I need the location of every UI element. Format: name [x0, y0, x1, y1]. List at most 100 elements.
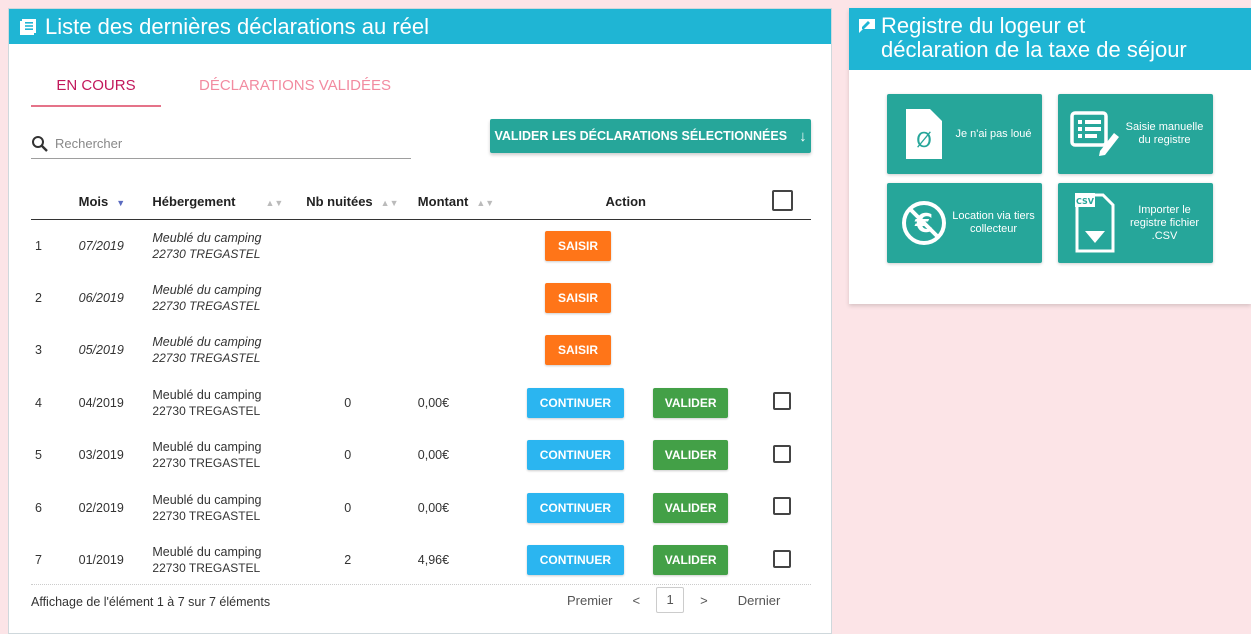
hebergement-name: Meublé du camping — [152, 440, 262, 455]
row-montant: 0,00€ — [417, 448, 450, 463]
tile-pas-loue-label: Je n'ai pas loué — [955, 127, 1032, 140]
hebergement-name: Meublé du camping — [152, 335, 262, 350]
sort-icon: ▲▼ — [265, 198, 284, 209]
empty-file-icon: Ø — [899, 104, 949, 164]
table-header-row: Mois ▼ Hébergement ▲▼ Nb nuitées ▲▼ Montant… — [31, 185, 811, 220]
row-montant — [414, 272, 498, 325]
row-mois-link[interactable]: 02/2019 — [75, 482, 149, 535]
page-1-button[interactable]: 1 — [656, 587, 685, 613]
tab-declarations-validees[interactable]: DÉCLARATIONS VALIDÉES — [191, 75, 399, 107]
tile-saisie-manuelle[interactable]: Saisie manuelle du registre — [1058, 94, 1213, 174]
tile-pas-loue[interactable]: Ø Je n'ai pas loué — [887, 94, 1042, 174]
registre-title-line1: Registre du logeur et — [859, 14, 1251, 38]
continuer-button[interactable]: CONTINUER — [526, 440, 624, 471]
row-index: 3 — [35, 343, 42, 358]
continuer-button[interactable]: CONTINUER — [526, 492, 624, 523]
row-mois-link[interactable]: 05/2019 — [75, 324, 149, 377]
header-hebergement[interactable]: Hébergement ▲▼ — [148, 185, 303, 220]
euro-circle-icon: € — [899, 193, 949, 253]
hebergement-name: Meublé du camping — [152, 282, 262, 297]
table-row: 3 05/2019 Meublé du camping 22730 TREGAST… — [31, 324, 811, 377]
header-montant[interactable]: Montant ▲▼ — [413, 185, 499, 220]
comment-edit-icon — [859, 19, 875, 33]
header-montant-label: Montant — [417, 194, 469, 210]
tile-import-csv[interactable]: CSV Importer le registre fichier .CSV — [1058, 183, 1213, 263]
row-select — [753, 324, 811, 377]
valider-button[interactable]: VALIDER — [653, 387, 729, 418]
header-nuitees[interactable]: Nb nuitées ▲▼ — [302, 185, 414, 220]
tab-en-cours[interactable]: EN COURS — [31, 75, 161, 107]
svg-text:CSV: CSV — [1076, 197, 1095, 206]
row-hebergement: Meublé du camping 22730 TREGASTEL — [148, 429, 302, 482]
row-action2 — [628, 324, 753, 377]
hebergement-name: Meublé du camping — [152, 545, 262, 560]
table-row: 6 02/2019 Meublé du camping 22730 TREGAST… — [31, 482, 811, 535]
continuer-button[interactable]: CONTINUER — [526, 545, 624, 576]
valider-button[interactable]: VALIDER — [653, 492, 729, 523]
row-hebergement: Meublé du camping 22730 TREGASTEL — [148, 219, 302, 272]
row-nuitees: 0 — [344, 395, 352, 410]
table-row: 1 07/2019 Meublé du camping 22730 TREGAST… — [31, 219, 811, 272]
hebergement-city: 22730 TREGASTEL — [152, 403, 261, 418]
row-hebergement: Meublé du camping 22730 TREGASTEL — [148, 377, 302, 430]
next-page-link[interactable]: > — [690, 593, 718, 608]
row-action: SAISIR — [498, 219, 628, 272]
row-checkbox[interactable] — [773, 549, 792, 568]
table-row: 5 03/2019 Meublé du camping 22730 TREGAST… — [31, 429, 811, 482]
row-checkbox[interactable] — [773, 497, 792, 516]
last-page-link[interactable]: Dernier — [718, 593, 791, 608]
search-input[interactable] — [53, 135, 373, 152]
row-action2: VALIDER — [628, 482, 753, 535]
valider-button[interactable]: VALIDER — [653, 545, 729, 576]
row-mois-link[interactable]: 03/2019 — [75, 429, 149, 482]
saisir-button[interactable]: SAISIR — [545, 335, 612, 366]
header-nuitees-label: Nb nuitées — [306, 194, 373, 210]
hebergement-name: Meublé du camping — [152, 230, 262, 245]
header-mois[interactable]: Mois ▼ — [74, 185, 149, 220]
table-row: 4 04/2019 Meublé du camping 22730 TREGAST… — [31, 377, 811, 430]
validate-selected-label: VALIDER LES DÉCLARATIONS SÉLECTIONNÉES — [494, 129, 788, 143]
row-mois-link[interactable]: 06/2019 — [75, 272, 149, 325]
table-row: 2 06/2019 Meublé du camping 22730 TREGAST… — [31, 272, 811, 325]
tile-saisie-manuelle-label: Saisie manuelle du registre — [1125, 121, 1204, 146]
hebergement-name: Meublé du camping — [152, 387, 262, 402]
continuer-button[interactable]: CONTINUER — [526, 387, 624, 418]
row-select — [753, 377, 811, 430]
row-mois-link[interactable]: 04/2019 — [75, 377, 149, 430]
hebergement-city: 22730 TREGASTEL — [152, 456, 261, 471]
row-checkbox[interactable] — [773, 444, 792, 463]
declarations-panel: Liste des dernières déclarations au réel… — [8, 8, 832, 634]
row-action2 — [628, 272, 753, 325]
header-mois-label: Mois — [78, 194, 109, 210]
row-nuitees — [302, 324, 414, 377]
saisir-button[interactable]: SAISIR — [545, 230, 612, 261]
row-checkbox[interactable] — [773, 392, 792, 411]
registre-header: Registre du logeur et déclaration de la … — [849, 8, 1251, 70]
tile-import-csv-label: Importer le registre fichier .CSV — [1129, 203, 1200, 242]
tile-tiers-collecteur[interactable]: € Location via tiers collecteur — [887, 183, 1042, 263]
edit-list-icon — [1070, 104, 1120, 164]
arrow-down-icon: ↓ — [799, 127, 807, 145]
search-bar — [31, 129, 411, 159]
first-page-link[interactable]: Premier — [557, 593, 623, 608]
saisir-button[interactable]: SAISIR — [545, 282, 612, 313]
row-action2 — [628, 219, 753, 272]
row-mois-link[interactable]: 07/2019 — [75, 219, 149, 272]
row-select — [753, 429, 811, 482]
prev-page-link[interactable]: < — [623, 593, 651, 608]
row-index: 6 — [35, 500, 42, 515]
select-all-checkbox[interactable] — [771, 189, 793, 211]
declarations-table: Mois ▼ Hébergement ▲▼ Nb nuitées ▲▼ Montant… — [31, 185, 811, 587]
row-index: 5 — [35, 448, 42, 463]
registre-title-text1: Registre du logeur et — [881, 13, 1086, 38]
row-index: 4 — [35, 395, 42, 410]
hebergement-city: 22730 TREGASTEL — [152, 298, 261, 313]
header-index — [31, 185, 75, 220]
registre-panel: Registre du logeur et déclaration de la … — [849, 8, 1251, 304]
hebergement-city: 22730 TREGASTEL — [152, 246, 261, 261]
valider-button[interactable]: VALIDER — [653, 440, 729, 471]
row-action2: VALIDER — [628, 429, 753, 482]
row-action: SAISIR — [498, 324, 628, 377]
validate-selected-button[interactable]: VALIDER LES DÉCLARATIONS SÉLECTIONNÉES ↓ — [490, 119, 811, 153]
header-hebergement-label: Hébergement — [152, 194, 236, 210]
